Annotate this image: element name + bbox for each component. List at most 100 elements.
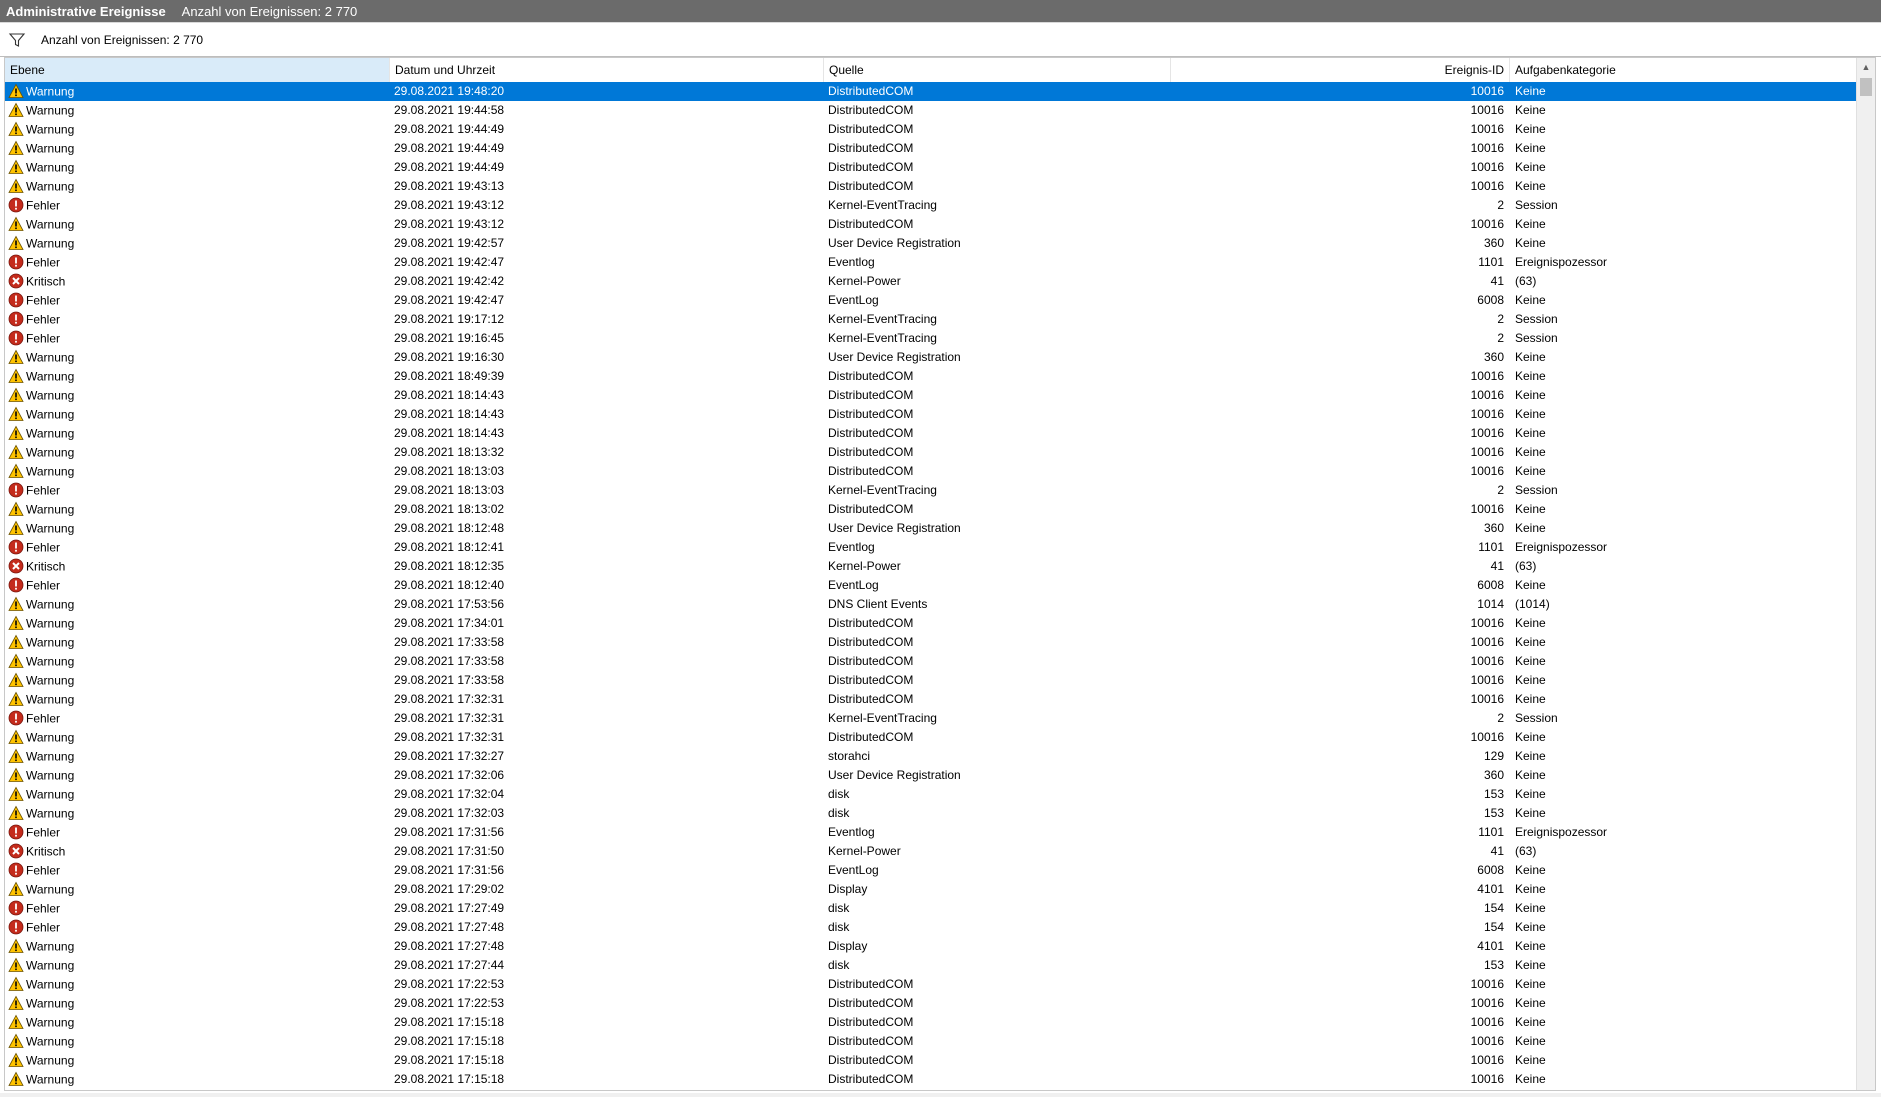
task-category-cell: Keine	[1515, 863, 1546, 877]
event-row[interactable]: Warnung 29.08.2021 17:33:58 DistributedCOM…	[5, 652, 1857, 671]
event-row[interactable]: Warnung 29.08.2021 17:33:58 DistributedCOM…	[5, 633, 1857, 652]
event-row[interactable]: Fehler 29.08.2021 17:31:56 EventLog 6008 Kei…	[5, 861, 1857, 880]
source-cell: DistributedCOM	[828, 407, 914, 421]
event-row[interactable]: Warnung 29.08.2021 17:32:03 disk 153 Keine	[5, 804, 1857, 823]
warning-icon	[8, 349, 24, 365]
source-cell: DistributedCOM	[828, 445, 914, 459]
warning-icon	[8, 159, 24, 175]
event-row[interactable]: Fehler 29.08.2021 18:12:40 EventLog 6008 Kei…	[5, 576, 1857, 595]
event-row[interactable]: Fehler 29.08.2021 18:12:41 Eventlog 1101 Ere…	[5, 538, 1857, 557]
error-icon	[8, 197, 24, 213]
event-row[interactable]: Warnung 29.08.2021 18:14:43 DistributedCOM…	[5, 386, 1857, 405]
event-row[interactable]: Warnung 29.08.2021 17:32:06 User Device Re…	[5, 766, 1857, 785]
event-row[interactable]: Warnung 29.08.2021 17:22:53 DistributedCOM…	[5, 975, 1857, 994]
event-row[interactable]: Warnung 29.08.2021 17:53:56 DNS Client Eve…	[5, 595, 1857, 614]
column-header-event-id[interactable]: Ereignis-ID	[1171, 58, 1510, 82]
event-row[interactable]: Warnung 29.08.2021 19:48:20 DistributedCOM…	[5, 82, 1857, 101]
error-icon	[8, 862, 24, 878]
event-row[interactable]: Warnung 29.08.2021 19:44:58 DistributedCOM…	[5, 101, 1857, 120]
event-row[interactable]: Warnung 29.08.2021 17:22:53 DistributedCOM…	[5, 994, 1857, 1013]
filter-icon[interactable]	[8, 31, 26, 49]
event-row[interactable]: Fehler 29.08.2021 17:31:56 Eventlog 1101 Ere…	[5, 823, 1857, 842]
warning-icon	[8, 805, 24, 821]
source-cell: Kernel-EventTracing	[828, 331, 937, 345]
level-text: Warnung	[26, 768, 75, 783]
event-row[interactable]: Warnung 29.08.2021 19:44:49 DistributedCOM…	[5, 120, 1857, 139]
task-category-cell: Keine	[1515, 692, 1546, 706]
event-row[interactable]: Warnung 29.08.2021 19:43:13 DistributedCOM…	[5, 177, 1857, 196]
event-row[interactable]: Warnung 29.08.2021 17:27:44 disk 153 Keine	[5, 956, 1857, 975]
task-category-cell: Keine	[1515, 293, 1546, 307]
event-row[interactable]: Warnung 29.08.2021 19:44:49 DistributedCOM…	[5, 158, 1857, 177]
level-text: Warnung	[26, 616, 75, 631]
task-category-cell: Keine	[1515, 977, 1546, 991]
event-row[interactable]: Warnung 29.08.2021 17:34:01 DistributedCOM…	[5, 614, 1857, 633]
event-id-cell: 1101	[1478, 540, 1504, 554]
event-row[interactable]: Fehler 29.08.2021 19:16:45 Kernel-EventTra…	[5, 329, 1857, 348]
task-category-cell: Keine	[1515, 996, 1546, 1010]
scroll-up-arrow-icon[interactable]: ▲	[1857, 58, 1875, 75]
date-cell: 29.08.2021 17:33:58	[394, 635, 505, 649]
date-cell: 29.08.2021 17:15:18	[394, 1053, 505, 1067]
event-list[interactable]: Ebene Datum und Uhrzeit Quelle Ereignis-…	[4, 57, 1876, 1091]
source-cell: EventLog	[828, 293, 879, 307]
event-row[interactable]: Warnung 29.08.2021 18:13:03 DistributedCOM…	[5, 462, 1857, 481]
event-row[interactable]: Warnung 29.08.2021 17:27:48 Display 4101 Kei…	[5, 937, 1857, 956]
event-row[interactable]: Warnung 29.08.2021 18:14:43 DistributedCOM…	[5, 424, 1857, 443]
event-row[interactable]: Warnung 29.08.2021 17:15:18 DistributedCOM…	[5, 1032, 1857, 1051]
warning-icon	[8, 615, 24, 631]
event-row[interactable]: Fehler 29.08.2021 19:42:47 Eventlog 1101 Ere…	[5, 253, 1857, 272]
event-row[interactable]: Warnung 29.08.2021 18:13:32 DistributedCOM…	[5, 443, 1857, 462]
level-cell: Fehler	[8, 918, 388, 937]
date-cell: 29.08.2021 18:12:40	[394, 578, 505, 592]
level-text: Warnung	[26, 350, 75, 365]
event-row[interactable]: Fehler 29.08.2021 19:43:12 Kernel-EventTra…	[5, 196, 1857, 215]
event-row[interactable]: Warnung 29.08.2021 18:13:02 DistributedCOM…	[5, 500, 1857, 519]
level-cell: Warnung	[8, 177, 388, 196]
event-row[interactable]: Warnung 29.08.2021 17:32:04 disk 153 Keine	[5, 785, 1857, 804]
event-row[interactable]: Warnung 29.08.2021 19:42:57 User Device Re…	[5, 234, 1857, 253]
event-id-cell: 10016	[1470, 179, 1504, 193]
event-row[interactable]: Warnung 29.08.2021 17:29:02 Display 4101 Kei…	[5, 880, 1857, 899]
event-row[interactable]: Kritisch 29.08.2021 17:31:50 Kernel-Power 4…	[5, 842, 1857, 861]
event-row[interactable]: Warnung 29.08.2021 17:15:18 DistributedCOM…	[5, 1070, 1857, 1089]
source-cell: User Device Registration	[828, 521, 961, 535]
level-cell: Warnung	[8, 766, 388, 785]
level-cell: Fehler	[8, 538, 388, 557]
event-row[interactable]: Warnung 29.08.2021 17:32:31 DistributedCOM…	[5, 690, 1857, 709]
event-row[interactable]: Warnung 29.08.2021 19:44:49 DistributedCOM…	[5, 139, 1857, 158]
event-row[interactable]: Kritisch 29.08.2021 18:12:35 Kernel-Power 4…	[5, 557, 1857, 576]
event-row[interactable]: Fehler 29.08.2021 18:13:03 Kernel-EventTra…	[5, 481, 1857, 500]
event-row[interactable]: Warnung 29.08.2021 17:32:27 storahci 129 Kei…	[5, 747, 1857, 766]
event-row[interactable]: Warnung 29.08.2021 19:43:12 DistributedCOM…	[5, 215, 1857, 234]
event-row[interactable]: Fehler 29.08.2021 17:27:49 disk 154 Keine	[5, 899, 1857, 918]
event-row[interactable]: Fehler 29.08.2021 17:27:48 disk 154 Keine	[5, 918, 1857, 937]
warning-icon	[8, 444, 24, 460]
event-row[interactable]: Warnung 29.08.2021 18:14:43 DistributedCOM…	[5, 405, 1857, 424]
column-header-date[interactable]: Datum und Uhrzeit	[390, 58, 824, 82]
level-cell: Warnung	[8, 101, 388, 120]
column-header-task-category[interactable]: Aufgabenkategorie	[1510, 58, 1857, 82]
event-row[interactable]: Warnung 29.08.2021 17:15:18 DistributedCOM…	[5, 1051, 1857, 1070]
column-header-level[interactable]: Ebene	[5, 58, 390, 82]
event-row[interactable]: Fehler 29.08.2021 17:32:31 Kernel-EventTra…	[5, 709, 1857, 728]
level-cell: Warnung	[8, 614, 388, 633]
source-cell: DistributedCOM	[828, 654, 914, 668]
event-row[interactable]: Warnung 29.08.2021 18:49:39 DistributedCOM…	[5, 367, 1857, 386]
task-category-cell: Keine	[1515, 673, 1546, 687]
task-category-cell: (63)	[1515, 844, 1537, 858]
event-id-cell: 10016	[1470, 977, 1504, 991]
vertical-scrollbar[interactable]: ▲	[1856, 58, 1875, 1090]
column-header-row: Ebene Datum und Uhrzeit Quelle Ereignis-…	[5, 58, 1857, 83]
event-row[interactable]: Warnung 29.08.2021 19:16:30 User Device Re…	[5, 348, 1857, 367]
event-row[interactable]: Warnung 29.08.2021 17:15:18 DistributedCOM…	[5, 1013, 1857, 1032]
column-header-source[interactable]: Quelle	[824, 58, 1171, 82]
event-row[interactable]: Kritisch 29.08.2021 19:42:42 Kernel-Power 4…	[5, 272, 1857, 291]
event-id-cell: 1101	[1478, 825, 1504, 839]
scrollbar-thumb[interactable]	[1860, 78, 1872, 96]
event-row[interactable]: Fehler 29.08.2021 19:17:12 Kernel-EventTra…	[5, 310, 1857, 329]
event-row[interactable]: Warnung 29.08.2021 17:32:31 DistributedCOM…	[5, 728, 1857, 747]
event-row[interactable]: Warnung 29.08.2021 18:12:48 User Device Re…	[5, 519, 1857, 538]
event-row[interactable]: Fehler 29.08.2021 19:42:47 EventLog 6008 Kei…	[5, 291, 1857, 310]
event-row[interactable]: Warnung 29.08.2021 17:33:58 DistributedCOM…	[5, 671, 1857, 690]
